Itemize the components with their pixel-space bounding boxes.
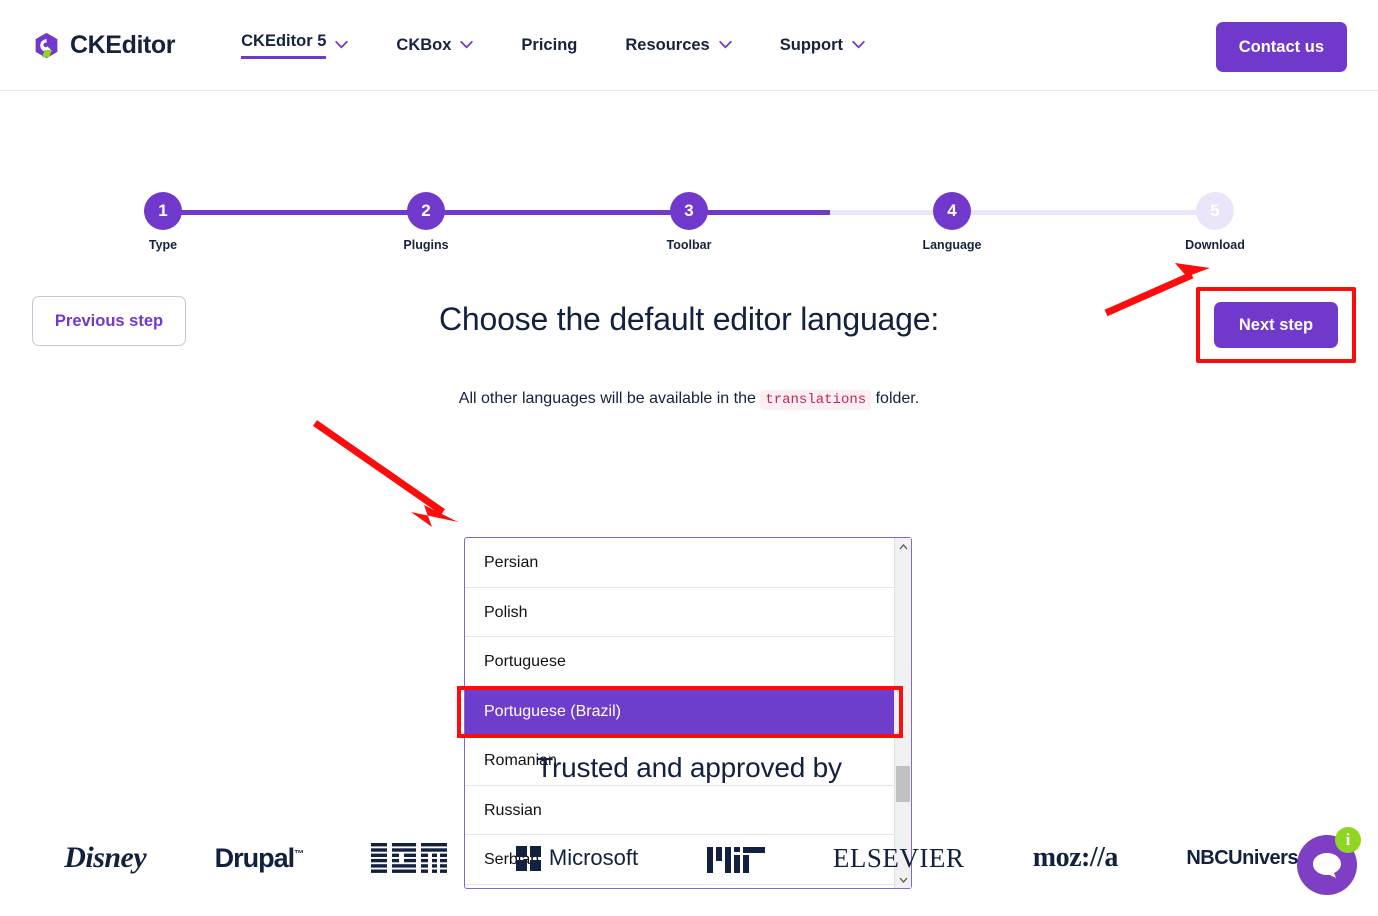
logo-elsevier: ELSEVIER <box>833 826 965 890</box>
chevron-up-icon <box>899 543 907 549</box>
microsoft-squares-icon <box>515 845 541 871</box>
nav-item-label: Resources <box>625 35 710 54</box>
step-number: 4 <box>933 192 971 230</box>
next-step-highlight-box: Next step <box>1196 287 1356 363</box>
logo-mozilla-text: moz://a <box>1032 842 1119 873</box>
subtitle-text-after: folder. <box>875 390 920 407</box>
nav-item-label: Support <box>779 35 843 54</box>
step-number: 5 <box>1196 192 1234 230</box>
subtitle-text-before: All other languages will be available in… <box>458 390 756 407</box>
list-item[interactable]: Portuguese <box>465 637 894 687</box>
list-item-selected[interactable]: Portuguese (Brazil) <box>465 686 894 736</box>
chat-bubble-glyph-icon <box>1313 853 1341 878</box>
logo-drupal-text: Drupal <box>214 842 296 873</box>
nav-item-support[interactable]: Support <box>756 23 889 67</box>
logo-ibm <box>371 826 448 890</box>
logo-nbcuniversal: NBCUniversal <box>1186 826 1314 890</box>
logo-disney-text: Disney <box>64 841 147 874</box>
list-item[interactable]: Persian <box>465 538 894 588</box>
arrow-to-selected-language <box>313 420 458 527</box>
step-number: 1 <box>144 192 182 230</box>
logo-microsoft-text: Microsoft <box>548 845 639 870</box>
nav-item-label: Pricing <box>521 35 578 54</box>
chevron-down-icon <box>460 41 474 49</box>
next-step-button[interactable]: Next step <box>1214 302 1338 348</box>
translations-code-label: translations <box>760 390 872 410</box>
logo-nbcuniversal-text: NBCUniversal <box>1186 846 1314 869</box>
previous-step-button[interactable]: Previous step <box>32 296 186 346</box>
logo-mozilla: moz://a <box>1032 826 1119 890</box>
brand-logo[interactable]: CKEditor <box>32 30 176 60</box>
nav-item-resources[interactable]: Resources <box>601 23 755 67</box>
logo-disney: Disney <box>64 826 147 890</box>
mit-logo-icon <box>706 847 765 873</box>
step-number: 2 <box>407 192 445 230</box>
trusted-logos-row: Disney Drupal™ Microsoft ELSEVIER moz://… <box>0 826 1378 890</box>
logo-drupal: Drupal™ <box>214 842 305 873</box>
brand-name: CKEditor <box>70 30 176 59</box>
chat-info-badge[interactable]: i <box>1335 827 1361 853</box>
nav-item-label: CKBox <box>396 35 452 54</box>
wizard-stepper: 1 Type 2 Plugins 3 Toolbar 4 Language 5 … <box>0 91 1378 252</box>
chevron-down-icon <box>852 41 865 49</box>
logo-mit <box>706 826 765 890</box>
chevron-down-icon <box>719 41 732 49</box>
list-item[interactable]: Polish <box>465 588 894 637</box>
top-navigation-bar: CKEditor CKEditor 5 CKBox Pricing Resour… <box>0 0 1378 91</box>
chevron-down-icon <box>335 41 349 49</box>
nav-item-label: CKEditor 5 <box>241 32 327 59</box>
contact-us-button[interactable]: Contact us <box>1215 22 1347 72</box>
chat-widget[interactable]: i <box>1297 827 1361 895</box>
nav-item-ckeditor5[interactable]: CKEditor 5 <box>217 23 372 67</box>
scroll-up-button[interactable] <box>895 538 911 555</box>
ckeditor-logo-icon <box>35 32 58 58</box>
logo-microsoft: Microsoft <box>515 826 639 890</box>
ibm-logo-icon <box>371 843 448 873</box>
nav-item-pricing[interactable]: Pricing <box>497 23 601 67</box>
nav-item-ckbox[interactable]: CKBox <box>372 23 497 67</box>
step-number: 3 <box>670 192 708 230</box>
trusted-section-title: Trusted and approved by <box>536 752 842 783</box>
nav-menu: CKEditor 5 CKBox Pricing Resources Suppo… <box>217 23 889 67</box>
page-subtitle: All other languages will be available in… <box>0 390 1378 410</box>
logo-elsevier-text: ELSEVIER <box>832 842 965 873</box>
